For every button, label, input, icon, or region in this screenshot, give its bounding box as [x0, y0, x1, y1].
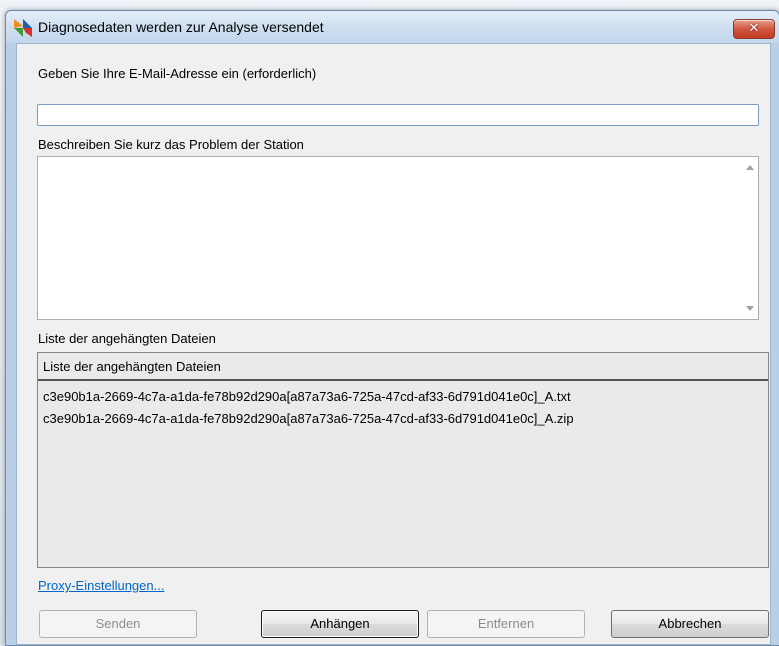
close-button[interactable]: ✕ — [733, 19, 775, 39]
remove-button[interactable]: Entfernen — [427, 610, 585, 638]
attach-button[interactable]: Anhängen — [261, 610, 419, 638]
problem-scrollbar[interactable] — [741, 157, 758, 319]
problem-description-box — [37, 156, 759, 320]
list-item[interactable]: c3e90b1a-2669-4c7a-a1da-fe78b92d290a[a87… — [43, 389, 571, 404]
proxy-settings-link[interactable]: Proxy-Einstellungen... — [38, 578, 164, 593]
title-bar[interactable]: Diagnosedaten werden zur Analyse versend… — [6, 11, 779, 43]
dialog-content: Geben Sie Ihre E-Mail-Adresse ein (erfor… — [16, 43, 771, 645]
attachments-label: Liste der angehängten Dateien — [38, 331, 216, 346]
cancel-button[interactable]: Abbrechen — [611, 610, 769, 638]
scroll-down-arrow-icon[interactable] — [746, 306, 754, 311]
email-label: Geben Sie Ihre E-Mail-Adresse ein (erfor… — [38, 66, 317, 81]
close-icon: ✕ — [748, 21, 760, 36]
window-title: Diagnosedaten werden zur Analyse versend… — [38, 19, 324, 35]
scroll-up-arrow-icon[interactable] — [746, 165, 754, 170]
send-button[interactable]: Senden — [39, 610, 197, 638]
email-field[interactable] — [37, 104, 759, 126]
dialog-window: Diagnosedaten werden zur Analyse versend… — [5, 10, 779, 646]
list-item[interactable]: c3e90b1a-2669-4c7a-a1da-fe78b92d290a[a87… — [43, 411, 574, 426]
avg-logo-icon — [14, 19, 32, 37]
problem-label: Beschreiben Sie kurz das Problem der Sta… — [38, 137, 304, 152]
attachments-list[interactable]: Liste der angehängten Dateien c3e90b1a-2… — [37, 352, 769, 568]
attachments-column-header[interactable]: Liste der angehängten Dateien — [38, 353, 768, 381]
problem-description-field[interactable] — [38, 157, 741, 319]
